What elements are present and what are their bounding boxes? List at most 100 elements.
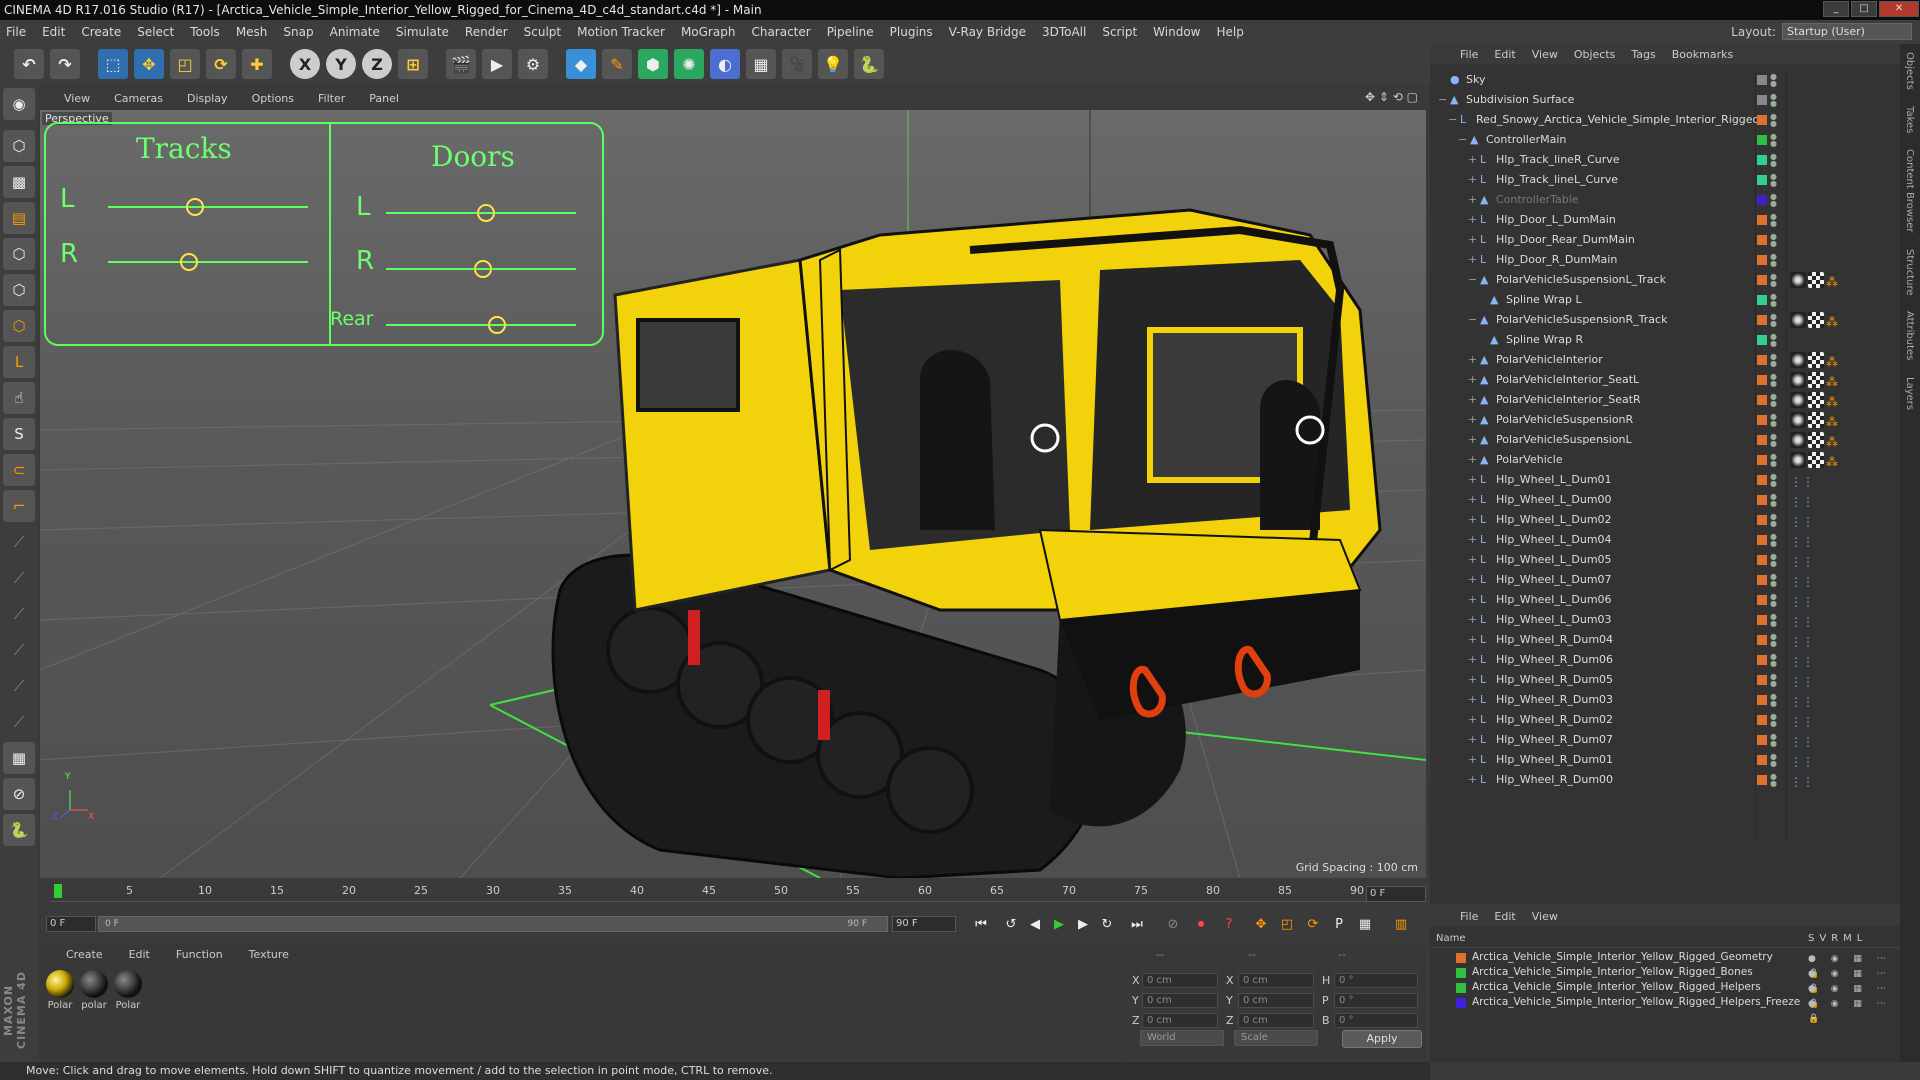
visibility-toggle-icon[interactable]: ● ●: [1770, 293, 1777, 308]
visibility-toggle-icon[interactable]: ● ●: [1770, 713, 1777, 728]
cloner-icon[interactable]: ✺: [674, 49, 704, 79]
protection-tag-icon[interactable]: ⋮⋮: [1790, 552, 1814, 569]
key-pla-icon[interactable]: ▦: [1354, 914, 1376, 936]
object-row[interactable]: + L Hlp_Track_lineL_Curve ● ●: [1430, 170, 1900, 190]
close-button[interactable]: ✕: [1879, 1, 1919, 17]
visibility-toggle-icon[interactable]: ● ●: [1770, 373, 1777, 388]
maximize-button[interactable]: □: [1851, 1, 1877, 17]
visibility-toggle-icon[interactable]: ● ●: [1770, 113, 1777, 128]
visibility-toggle-icon[interactable]: ● ●: [1770, 413, 1777, 428]
material-swatch[interactable]: Polar: [44, 970, 76, 1011]
track-r-slider[interactable]: [108, 261, 308, 263]
layer-color-swatch[interactable]: [1456, 953, 1466, 963]
layer-color-swatch[interactable]: [1757, 115, 1767, 125]
expand-toggle-icon[interactable]: −: [1448, 114, 1460, 126]
viewport-perspective[interactable]: Perspective Y Z X Tracks Doors L R L R R…: [40, 110, 1426, 878]
expand-toggle-icon[interactable]: +: [1468, 714, 1480, 726]
rig-tool-icon[interactable]: ⟋: [3, 598, 35, 630]
move-tool-icon[interactable]: ✥: [134, 49, 164, 79]
coord-size-mode-dropdown[interactable]: Scale: [1234, 1030, 1318, 1046]
visibility-toggle-icon[interactable]: ● ●: [1770, 733, 1777, 748]
expand-toggle-icon[interactable]: +: [1468, 674, 1480, 686]
material-tag-icon[interactable]: [1808, 352, 1824, 368]
play-forward-icon[interactable]: ▶: [1048, 914, 1070, 936]
joint-tool-icon[interactable]: ⌐: [3, 490, 35, 522]
subdivision-surface-icon[interactable]: ⬢: [638, 49, 668, 79]
track-l-slider-knob[interactable]: [186, 198, 204, 216]
expand-toggle-icon[interactable]: +: [1468, 354, 1480, 366]
key-parameter-icon[interactable]: P: [1328, 914, 1350, 936]
texture-tag-icon[interactable]: [1790, 412, 1806, 428]
expand-toggle-icon[interactable]: +: [1468, 254, 1480, 266]
visibility-toggle-icon[interactable]: ● ●: [1770, 473, 1777, 488]
menu-render[interactable]: Render: [465, 25, 508, 39]
object-row[interactable]: + L Hlp_Wheel_R_Dum00 ● ● ⋮⋮: [1430, 770, 1900, 790]
visibility-toggle-icon[interactable]: ● ●: [1770, 513, 1777, 528]
menu-edit[interactable]: Edit: [42, 25, 65, 39]
visibility-toggle-icon[interactable]: ● ●: [1770, 133, 1777, 148]
render-view-icon[interactable]: 🎬: [446, 49, 476, 79]
menu-motion-tracker[interactable]: Motion Tracker: [577, 25, 665, 39]
objects-menu-edit[interactable]: Edit: [1494, 48, 1515, 61]
expand-toggle-icon[interactable]: +: [1468, 614, 1480, 626]
expand-toggle-icon[interactable]: +: [1468, 154, 1480, 166]
visibility-toggle-icon[interactable]: ● ●: [1770, 233, 1777, 248]
expand-toggle-icon[interactable]: +: [1468, 194, 1480, 206]
material-tag-icon[interactable]: [1808, 452, 1824, 468]
coord-rotation-field[interactable]: 0 °: [1334, 993, 1418, 1008]
layers-menu-view[interactable]: View: [1532, 910, 1558, 923]
material-tag-icon[interactable]: [1808, 272, 1824, 288]
visibility-toggle-icon[interactable]: ● ●: [1770, 253, 1777, 268]
object-row[interactable]: − ▲ PolarVehicleSuspensionR_Track ● ● ⁂: [1430, 310, 1900, 330]
go-to-end-icon[interactable]: ⏭: [1126, 914, 1148, 936]
render-picture-viewer-icon[interactable]: ▶: [482, 49, 512, 79]
expand-toggle-icon[interactable]: +: [1468, 434, 1480, 446]
side-tab-takes[interactable]: Takes: [1900, 98, 1915, 141]
visibility-toggle-icon[interactable]: ● ●: [1770, 193, 1777, 208]
visibility-toggle-icon[interactable]: ● ●: [1770, 313, 1777, 328]
start-frame-field[interactable]: 0 F: [46, 916, 96, 932]
menu-window[interactable]: Window: [1153, 25, 1200, 39]
layer-color-swatch[interactable]: [1757, 475, 1767, 485]
material-tag-icon[interactable]: [1808, 432, 1824, 448]
z-axis-lock-icon[interactable]: Z: [362, 49, 392, 79]
object-row[interactable]: + L Hlp_Wheel_L_Dum01 ● ● ⋮⋮: [1430, 470, 1900, 490]
door-r-slider-knob[interactable]: [474, 260, 492, 278]
object-row[interactable]: + ▲ PolarVehicleSuspensionL ● ● ⁂: [1430, 430, 1900, 450]
door-rear-slider-knob[interactable]: [488, 316, 506, 334]
track-l-slider[interactable]: [108, 206, 308, 208]
layer-color-swatch[interactable]: [1757, 395, 1767, 405]
expand-toggle-icon[interactable]: +: [1468, 174, 1480, 186]
rotate-tool-icon[interactable]: ⟳: [206, 49, 236, 79]
expand-toggle-icon[interactable]: +: [1468, 634, 1480, 646]
object-row[interactable]: + L Hlp_Wheel_L_Dum06 ● ● ⋮⋮: [1430, 590, 1900, 610]
phong-tag-icon[interactable]: ⁂: [1826, 452, 1842, 469]
viewport-nav-icons[interactable]: ✥ ⇕ ⟲ ▢: [1365, 90, 1418, 104]
grid-snap-icon[interactable]: ▦: [3, 742, 35, 774]
side-tab-content-browser[interactable]: Content Browser: [1900, 141, 1915, 240]
previous-key-icon[interactable]: ↺: [1000, 914, 1022, 936]
points-mode-icon[interactable]: ⬡: [3, 238, 35, 270]
viewport-menu-view[interactable]: View: [64, 92, 90, 105]
menu-v-ray-bridge[interactable]: V-Ray Bridge: [949, 25, 1026, 39]
protection-tag-icon[interactable]: ⋮⋮: [1790, 752, 1814, 769]
render-settings-icon[interactable]: ⚙: [518, 49, 548, 79]
object-row[interactable]: ▲ Spline Wrap L ● ●: [1430, 290, 1900, 310]
menu-3dtoall[interactable]: 3DToAll: [1042, 25, 1086, 39]
layer-color-swatch[interactable]: [1757, 575, 1767, 585]
material-menu-create[interactable]: Create: [66, 948, 103, 961]
visibility-toggle-icon[interactable]: ● ●: [1770, 333, 1777, 348]
expand-toggle-icon[interactable]: +: [1468, 594, 1480, 606]
deformer-icon[interactable]: ◐: [710, 49, 740, 79]
layer-color-swatch[interactable]: [1757, 775, 1767, 785]
layer-color-swatch[interactable]: [1757, 435, 1767, 445]
layer-color-swatch[interactable]: [1757, 755, 1767, 765]
menu-mograph[interactable]: MoGraph: [681, 25, 736, 39]
phong-tag-icon[interactable]: ⁂: [1826, 272, 1842, 289]
scale-tool-icon[interactable]: ◰: [170, 49, 200, 79]
make-editable-icon[interactable]: ◉: [3, 88, 35, 120]
layer-color-swatch[interactable]: [1757, 75, 1767, 85]
menu-simulate[interactable]: Simulate: [396, 25, 449, 39]
layer-color-swatch[interactable]: [1456, 998, 1466, 1008]
layer-color-swatch[interactable]: [1757, 295, 1767, 305]
